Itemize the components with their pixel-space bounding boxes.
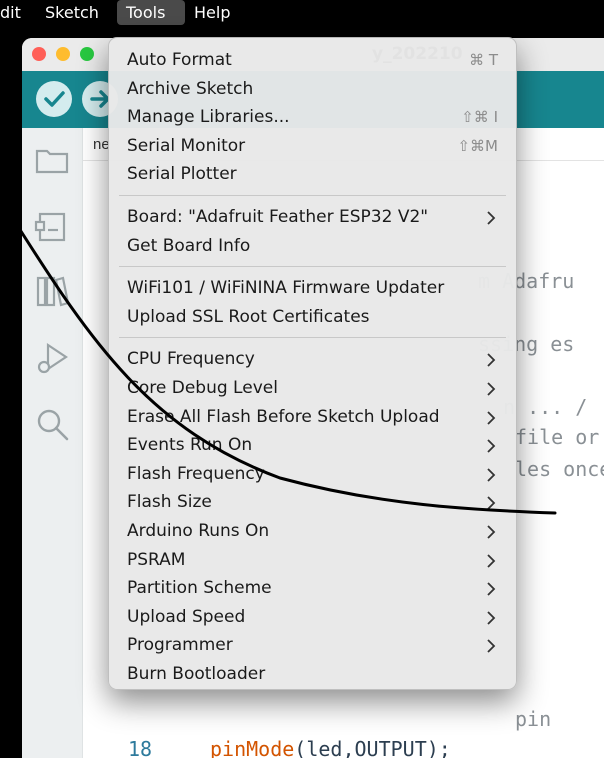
menu-separator: [119, 337, 506, 339]
zoom-window-button[interactable]: [80, 47, 94, 61]
menu-item-serial-monitor[interactable]: Serial Monitor: [127, 136, 245, 156]
menu-item-cpu-frequency[interactable]: CPU Frequency: [127, 349, 255, 369]
chevron-right-icon: [487, 525, 496, 539]
line-number: 18: [128, 737, 153, 758]
menu-item-psram[interactable]: PSRAM: [127, 550, 185, 570]
menu-sketch[interactable]: Sketch: [36, 0, 108, 25]
menu-item-partition-scheme[interactable]: Partition Scheme: [127, 578, 272, 598]
minimize-window-button[interactable]: [56, 47, 70, 61]
menu-item-core-debug-level[interactable]: Core Debug Level: [127, 378, 278, 398]
macos-menu-bar: dit Sketch Tools Help: [0, 0, 604, 25]
menu-shortcut: ⇧⌘ I: [461, 108, 498, 127]
chevron-right-icon: [487, 553, 496, 568]
board-manager-icon[interactable]: [34, 208, 70, 244]
menu-item-flash-frequency[interactable]: Flash Frequency: [127, 464, 265, 484]
menu-item-manage-libraries[interactable]: Manage Libraries...: [127, 107, 290, 127]
menu-item-get-board-info[interactable]: Get Board Info: [127, 236, 250, 256]
library-manager-icon[interactable]: [34, 273, 70, 309]
debug-icon[interactable]: [34, 341, 70, 377]
menu-item-serial-plotter[interactable]: Serial Plotter: [127, 164, 237, 184]
menu-item-programmer[interactable]: Programmer: [127, 635, 233, 655]
menu-item-upload-speed[interactable]: Upload Speed: [127, 607, 245, 627]
menu-edit[interactable]: dit: [0, 0, 30, 25]
code-line: pinMode(led,OUTPUT);: [210, 737, 451, 758]
menu-item-flash-size[interactable]: Flash Size: [127, 492, 212, 512]
checkmark-icon: [44, 91, 65, 107]
menu-item-auto-format[interactable]: Auto Format: [127, 50, 232, 70]
menu-shortcut: ⌘ T: [469, 51, 498, 69]
search-icon[interactable]: [34, 406, 70, 442]
menu-item-upload-ssl-root-certificates[interactable]: Upload SSL Root Certificates: [127, 307, 370, 327]
menu-separator: [119, 266, 506, 268]
menu-item-events-run-on[interactable]: Events Run On: [127, 435, 252, 455]
menu-item-arduino-runs-on[interactable]: Arduino Runs On: [127, 521, 269, 541]
folder-icon[interactable]: [34, 142, 70, 178]
menu-item-wifi101-wifinina-firmware-updater[interactable]: WiFi101 / WiFiNINA Firmware Updater: [127, 278, 444, 298]
chevron-right-icon: [487, 611, 496, 625]
code-fragment: file or: [515, 425, 600, 449]
menu-help[interactable]: Help: [185, 0, 239, 25]
ide-sidebar: [22, 128, 83, 758]
code-fragment: pin: [515, 707, 552, 731]
menu-shortcut: ⇧⌘M: [457, 136, 498, 155]
menu-item-erase-all-flash-before-sketch-upload[interactable]: Erase All Flash Before Sketch Upload: [127, 407, 440, 427]
menu-tools[interactable]: Tools: [117, 0, 185, 25]
code-arguments: (led,OUTPUT);: [294, 737, 451, 758]
chevron-right-icon: [487, 410, 496, 425]
chevron-right-icon: [487, 211, 496, 225]
menu-item-archive-sketch[interactable]: Archive Sketch: [127, 79, 253, 99]
chevron-right-icon: [487, 582, 496, 596]
menu-item-board-adafruit-feather-esp32-v2[interactable]: Board: "Adafruit Feather ESP32 V2": [127, 207, 428, 227]
chevron-right-icon: [487, 639, 496, 654]
chevron-right-icon: [487, 382, 496, 396]
tools-dropdown-menu: Auto Format ⌘ T Archive Sketch Manage Libra…: [108, 37, 517, 690]
chevron-right-icon: [487, 496, 496, 511]
close-window-button[interactable]: [32, 47, 46, 61]
code-function-name: pinMode: [210, 737, 295, 758]
chevron-right-icon: [487, 439, 496, 453]
chevron-right-icon: [487, 353, 496, 368]
menu-item-burn-bootloader[interactable]: Burn Bootloader: [127, 664, 265, 684]
chevron-right-icon: [487, 468, 496, 482]
code-fragment: les once: [515, 457, 604, 481]
verify-button[interactable]: [36, 81, 72, 117]
menu-separator: [119, 195, 506, 196]
